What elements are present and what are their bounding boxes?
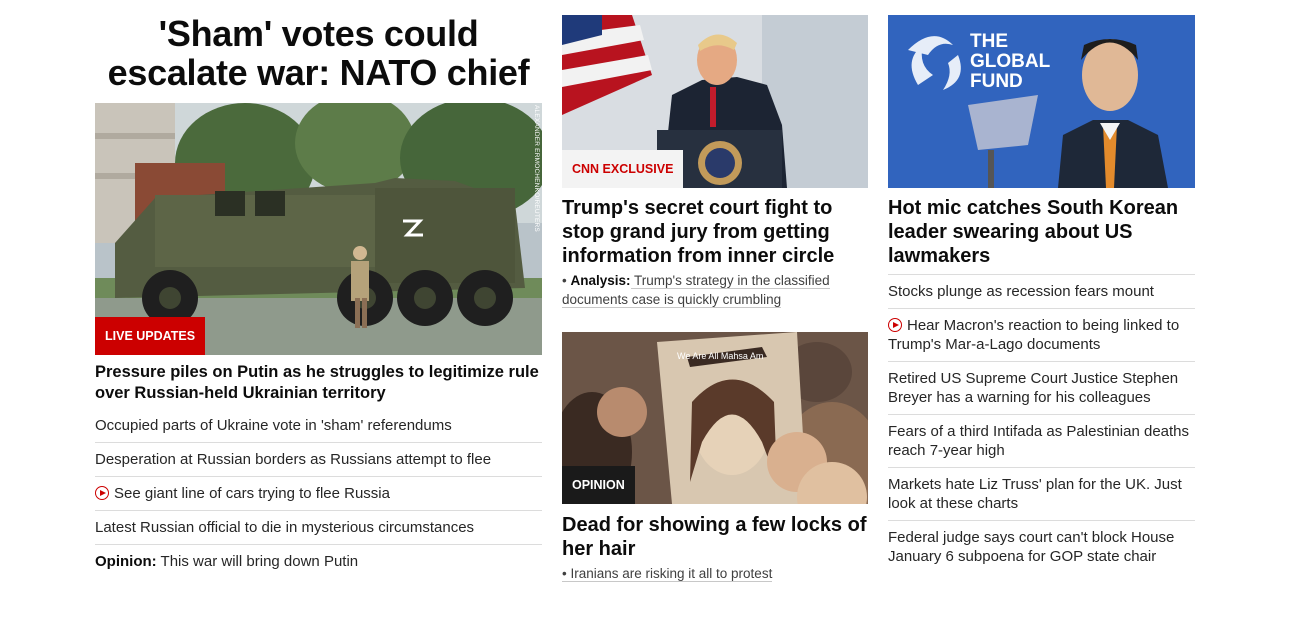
link-text: Retired US Supreme Court Justice Stephen… <box>888 370 1179 406</box>
opinion-prefix: Opinion: <box>95 553 157 570</box>
link-text: Latest Russian official to die in myster… <box>95 519 475 536</box>
trump-image[interactable]: CNN EXCLUSIVE <box>562 15 868 188</box>
lead-image[interactable]: ALEXANDER ERMOCHENKO/REUTERS LIVE UPDATE… <box>95 103 542 355</box>
list-item[interactable]: See giant line of cars trying to flee Ru… <box>95 476 542 510</box>
south-korea-headline[interactable]: Hot mic catches South Korean leader swea… <box>888 196 1195 268</box>
image-credit: ALEXANDER ERMOCHENKO/REUTERS <box>533 105 540 232</box>
link-text: See giant line of cars trying to flee Ru… <box>114 485 390 502</box>
link-text: Stocks plunge as recession fears mount <box>888 283 1154 300</box>
lead-headline[interactable]: Pressure piles on Putin as he struggles … <box>95 362 542 404</box>
link-text: Occupied parts of Ukraine vote in 'sham'… <box>95 417 452 434</box>
iran-sub-link[interactable]: • Iranians are risking it all to protest <box>562 564 868 583</box>
list-item[interactable]: Desperation at Russian borders as Russia… <box>95 442 542 476</box>
cnn-exclusive-label[interactable]: CNN EXCLUSIVE <box>562 150 684 188</box>
list-item[interactable]: Stocks plunge as recession fears mount <box>888 275 1195 308</box>
iran-sub-text: • Iranians are risking it all to protest <box>562 566 773 582</box>
link-text: Fears of a third Intifada as Palestinian… <box>888 423 1190 459</box>
lead-related-links: Occupied parts of Ukraine vote in 'sham'… <box>95 409 542 578</box>
logo-line2: GLOBAL <box>970 51 1051 72</box>
list-item[interactable]: Federal judge says court can't block Hou… <box>888 520 1195 573</box>
right-related-links: Stocks plunge as recession fears mount H… <box>888 274 1195 573</box>
lead-banner-headline[interactable]: 'Sham' votes could escalate war: NATO ch… <box>95 14 542 92</box>
trump-headline[interactable]: Trump's secret court fight to stop grand… <box>562 196 868 268</box>
link-text: Markets hate Liz Truss' plan for the UK.… <box>888 476 1182 512</box>
link-text: This war will bring down Putin <box>156 553 359 570</box>
logo-line1: THE <box>970 31 1008 52</box>
play-video-icon <box>95 486 109 500</box>
link-text: Desperation at Russian borders as Russia… <box>95 451 492 468</box>
list-item[interactable]: Hear Macron's reaction to being linked t… <box>888 308 1195 361</box>
play-video-icon <box>888 318 902 332</box>
opinion-label[interactable]: OPINION <box>562 466 635 504</box>
list-item[interactable]: Latest Russian official to die in myster… <box>95 510 542 544</box>
list-item[interactable]: Occupied parts of Ukraine vote in 'sham'… <box>95 409 542 442</box>
list-item[interactable]: Retired US Supreme Court Justice Stephen… <box>888 361 1195 414</box>
logo-line3: FUND <box>970 71 1023 92</box>
iran-headline[interactable]: Dead for showing a few locks of her hair <box>562 513 868 561</box>
list-item[interactable]: Fears of a third Intifada as Palestinian… <box>888 414 1195 467</box>
link-text: Hear Macron's reaction to being linked t… <box>888 317 1180 353</box>
protest-sign-text: We Are All Mahsa Am <box>677 351 763 361</box>
analysis-link[interactable]: • Analysis: Trump's strategy in the clas… <box>562 271 868 309</box>
protest-image[interactable]: We Are All Mahsa Am OPINION <box>562 332 868 504</box>
south-korea-leader-image: THE GLOBAL FUND <box>888 15 1195 188</box>
live-updates-label[interactable]: LIVE UPDATES <box>95 317 206 355</box>
yoon-image[interactable]: THE GLOBAL FUND <box>888 15 1195 188</box>
list-item[interactable]: Opinion: This war will bring down Putin <box>95 544 542 578</box>
link-text: Federal judge says court can't block Hou… <box>888 529 1175 565</box>
analysis-prefix: Analysis: <box>570 273 631 288</box>
list-item[interactable]: Markets hate Liz Truss' plan for the UK.… <box>888 467 1195 520</box>
